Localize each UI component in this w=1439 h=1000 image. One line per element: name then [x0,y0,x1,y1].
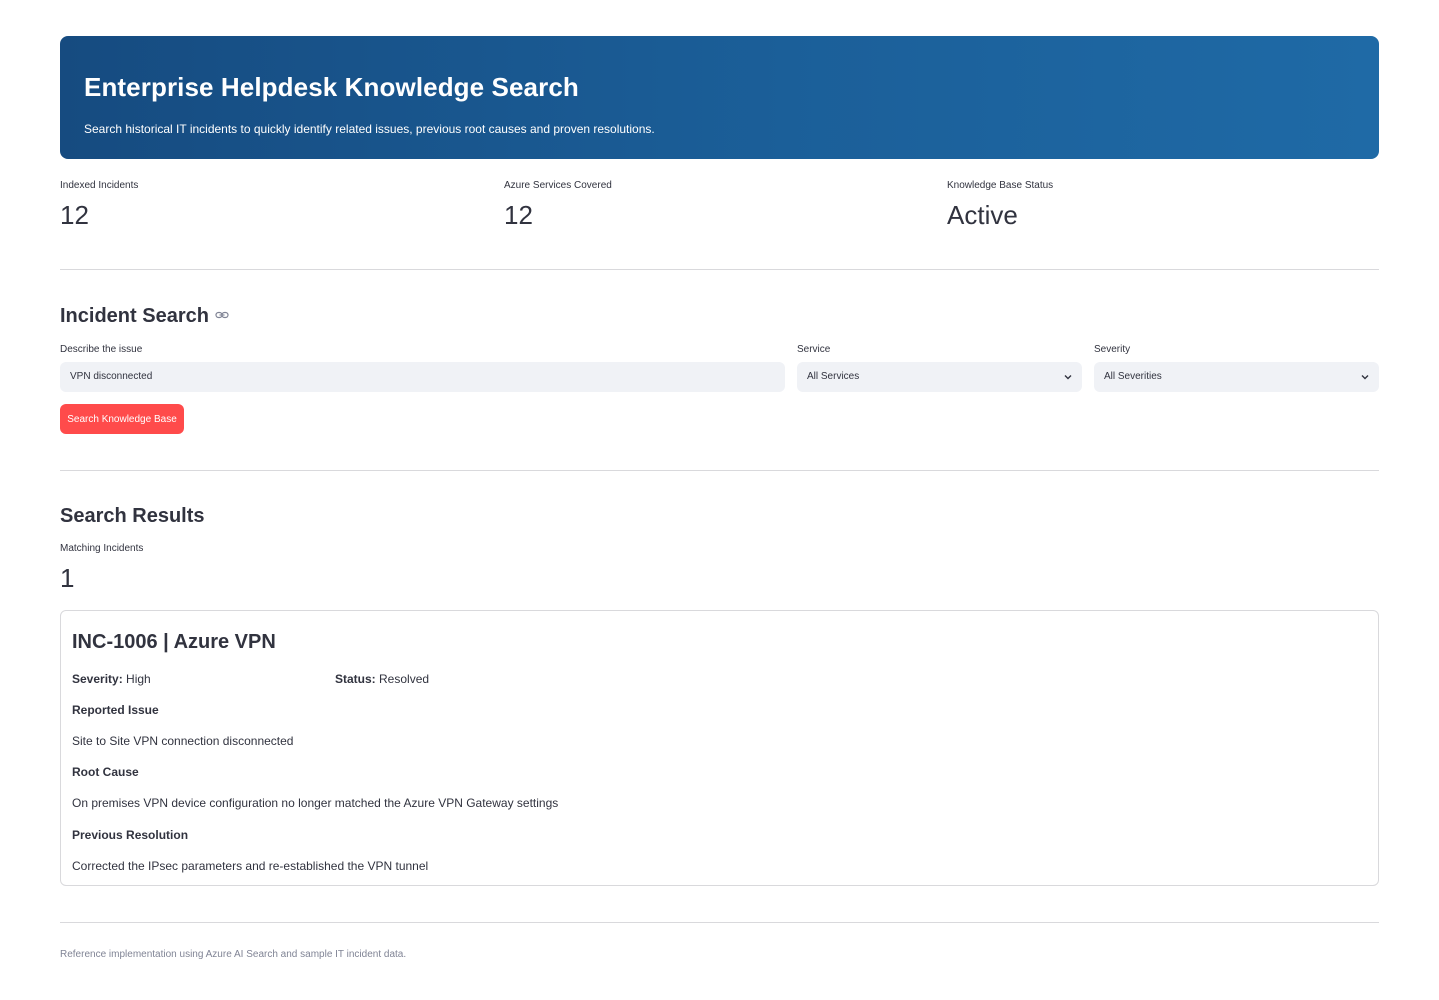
divider [60,269,1379,270]
status-field-label: Status: [335,672,376,686]
metric-indexed-incidents: Indexed Incidents 12 [60,180,138,231]
metric-kb-status: Knowledge Base Status Active [947,180,1053,231]
root-cause-text: On premises VPN device configuration no … [72,796,559,810]
metric-label: Azure Services Covered [504,180,612,191]
previous-resolution-text: Corrected the IPsec parameters and re-es… [72,859,429,873]
severity-field-label: Severity: [72,672,123,686]
metric-value: Active [947,200,1018,230]
divider [60,470,1379,471]
matching-incidents-label: Matching Incidents [60,543,144,554]
incident-card: INC-1006 | Azure VPN Severity: High Stat… [60,610,1379,886]
footer-note: Reference implementation using Azure AI … [60,949,407,960]
matching-incidents-value: 1 [60,563,75,593]
metric-value: 12 [60,200,89,230]
severity-select-value: All Severities [1104,371,1162,382]
incident-severity: Severity: High [72,672,151,686]
chevron-down-icon [1064,375,1072,380]
metric-azure-services: Azure Services Covered 12 [504,180,612,231]
incident-title: INC-1006 | Azure VPN [72,631,276,653]
severity-select[interactable]: All Severities [1094,362,1379,392]
issue-label: Describe the issue [60,344,143,355]
link-icon[interactable] [215,303,229,326]
incident-search-title: Incident Search [60,305,209,327]
severity-field-value: High [126,672,151,686]
incident-search-heading: Incident Search [60,305,229,328]
incident-status: Status: Resolved [335,672,429,686]
reported-issue-text: Site to Site VPN connection disconnected [72,734,294,748]
metric-label: Indexed Incidents [60,180,139,191]
metric-value: 12 [504,200,533,230]
issue-input[interactable]: VPN disconnected [60,362,785,392]
previous-resolution-heading: Previous Resolution [72,828,189,842]
metric-label: Knowledge Base Status [947,180,1054,191]
root-cause-heading: Root Cause [72,765,139,779]
status-field-value: Resolved [379,672,430,686]
page-title: Enterprise Helpdesk Knowledge Search [84,72,579,102]
service-select-value: All Services [807,371,860,382]
chevron-down-icon [1361,375,1369,380]
severity-label: Severity [1094,344,1131,355]
page-subtitle: Search historical IT incidents to quickl… [84,122,655,136]
service-select[interactable]: All Services [797,362,1082,392]
search-knowledge-base-button[interactable]: Search Knowledge Base [60,404,184,434]
search-results-heading: Search Results [60,505,205,527]
service-label: Service [797,344,831,355]
reported-issue-heading: Reported Issue [72,703,159,717]
header-banner: Enterprise Helpdesk Knowledge Search Sea… [60,36,1379,159]
divider [60,922,1379,923]
